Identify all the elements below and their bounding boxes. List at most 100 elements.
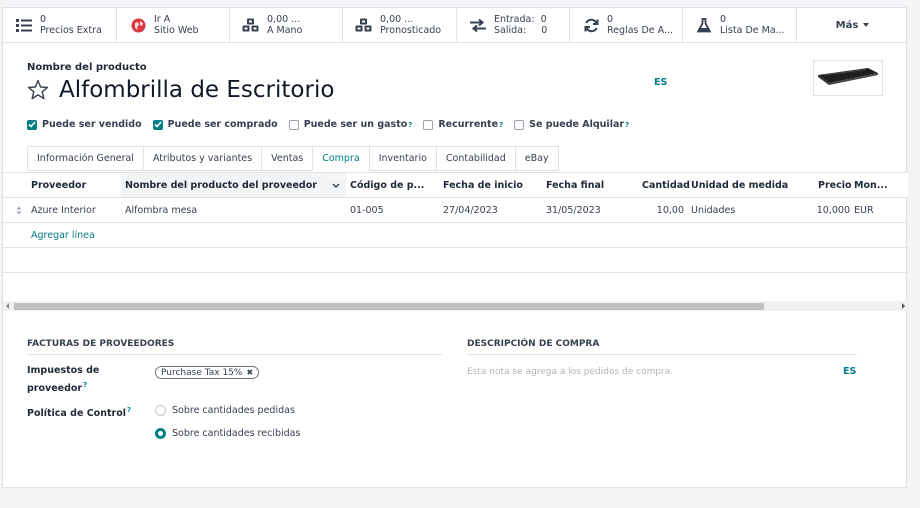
checkbox-unchecked[interactable] <box>423 119 434 130</box>
table-header: Proveedor Nombre del producto del provee… <box>3 172 908 198</box>
list-icon <box>15 16 33 34</box>
vendor-taxes-label-line2: proveedor <box>27 383 83 395</box>
add-line-link[interactable]: Agregar línea <box>31 223 95 247</box>
chevron-down-icon <box>332 183 340 188</box>
cell-quantity: 10,00 <box>656 204 684 216</box>
cell-vendor: Azure Interior <box>31 204 96 216</box>
remove-tag-icon[interactable]: ✖ <box>246 368 253 377</box>
scrollbar-thumb[interactable] <box>14 303 764 310</box>
cubes-icon <box>355 16 373 34</box>
checkbox-checked[interactable] <box>152 119 163 130</box>
smart-button-label: A Mano <box>267 25 303 36</box>
column-header-end-date[interactable]: Fecha final <box>546 173 604 197</box>
exchange-icon <box>469 16 487 34</box>
bom-button[interactable]: 0 Lista De Ma... <box>683 8 797 42</box>
reorder-rules-button[interactable]: 0 Reglas De A... <box>570 8 683 42</box>
scroll-right-icon[interactable] <box>902 303 905 309</box>
radio-label: Sobre cantidades recibidas <box>172 428 301 439</box>
help-tooltip-icon[interactable]: ? <box>499 121 503 129</box>
column-header-vendor[interactable]: Proveedor <box>31 173 86 197</box>
help-tooltip-icon[interactable]: ? <box>625 121 629 129</box>
tax-tag-label: Purchase Tax 15% <box>161 367 243 378</box>
add-line-row: Agregar línea <box>3 223 908 248</box>
cell-start-date: 27/04/2023 <box>443 204 498 216</box>
column-header-currency[interactable]: Mon... <box>854 173 888 197</box>
can-be-expensed-checkbox[interactable]: Puede ser un gasto? <box>288 119 412 130</box>
tab-inventory[interactable]: Inventario <box>368 146 437 171</box>
column-header-uom[interactable]: Unidad de medida <box>691 173 788 197</box>
can-be-sold-checkbox[interactable]: Puede ser vendido <box>27 119 142 130</box>
smart-button-value: 0 <box>607 14 614 25</box>
radio-ordered-quantities[interactable]: Sobre cantidades pedidas <box>155 405 295 416</box>
purchase-description-section-title: DESCRIPCIÓN DE COMPRA <box>467 339 857 355</box>
extra-prices-button[interactable]: 0 Precios Extra <box>3 8 117 42</box>
on-hand-button[interactable]: 0,00 ... A Mano <box>230 8 343 42</box>
product-image[interactable] <box>813 60 883 96</box>
radio-button[interactable] <box>155 405 166 416</box>
smart-button-value: Ir A <box>154 14 171 25</box>
tab-purchase[interactable]: Compra <box>312 146 370 171</box>
form-sheet: 0 Precios Extra Ir A Sitio Web 0,00 ... A M… <box>2 7 908 488</box>
tab-general-information[interactable]: Información General <box>27 146 144 171</box>
smart-button-bar: 0 Precios Extra Ir A Sitio Web 0,00 ... A M… <box>3 8 908 43</box>
translate-button[interactable]: ES <box>843 366 856 377</box>
can-be-purchased-checkbox[interactable]: Puede ser comprado <box>152 119 278 130</box>
checkbox-label: Puede ser un gasto <box>303 119 408 130</box>
go-to-website-button[interactable]: Ir A Sitio Web <box>117 8 230 42</box>
help-tooltip-icon[interactable]: ? <box>127 406 131 414</box>
checkbox-unchecked[interactable] <box>514 119 525 130</box>
radio-label: Sobre cantidades pedidas <box>172 405 295 416</box>
tab-attributes-variants[interactable]: Atributos y variantes <box>142 146 263 171</box>
column-header-start-date[interactable]: Fecha de inicio <box>443 173 523 197</box>
table-row[interactable]: Azure Interior Alfombra mesa 01-005 27/0… <box>3 198 908 223</box>
vendor-taxes-label: Impuestos de proveedor? <box>27 364 99 396</box>
scroll-left-icon[interactable] <box>6 303 9 309</box>
desk-mat-image <box>818 68 878 85</box>
flask-icon <box>695 16 713 34</box>
checkbox-label: Recurrente <box>438 119 499 130</box>
product-options: Puede ser vendido Puede ser comprado Pue… <box>27 119 640 130</box>
column-header-vendor-product-name[interactable]: Nombre del producto del proveedor <box>121 173 346 197</box>
cell-product-code: 01-005 <box>350 204 384 216</box>
empty-row <box>3 248 908 273</box>
recurring-checkbox[interactable]: Recurrente? <box>423 119 503 130</box>
in-out-button[interactable]: Entrada: 0 Salida: 0 <box>457 8 570 42</box>
control-policy-text: Política de Control <box>27 408 126 420</box>
column-header-price[interactable]: Precio <box>818 173 852 197</box>
horizontal-scrollbar[interactable] <box>3 301 908 311</box>
smart-button-label: Reglas De A... <box>607 25 674 36</box>
more-label: Más <box>835 19 859 31</box>
cell-currency: EUR <box>854 204 874 216</box>
column-header-quantity[interactable]: Cantidad <box>642 173 690 197</box>
cell-vendor-product-name: Alfombra mesa <box>125 204 198 216</box>
column-header-label: Nombre del producto del proveedor <box>125 179 317 191</box>
cubes-icon <box>242 16 260 34</box>
can-be-rented-checkbox[interactable]: Se puede Alquilar? <box>514 119 629 130</box>
checkbox-checked[interactable] <box>27 119 37 130</box>
forecasted-button[interactable]: 0,00 ... Pronosticado <box>343 8 457 42</box>
cell-end-date: 31/05/2023 <box>546 204 601 216</box>
checkbox-unchecked[interactable] <box>288 119 299 130</box>
translate-button[interactable]: ES <box>654 77 667 88</box>
notebook-tabs: Información General Atributos y variante… <box>27 146 559 171</box>
tab-ebay[interactable]: eBay <box>514 146 559 171</box>
favorite-star-icon[interactable] <box>26 78 50 102</box>
more-button[interactable]: Más <box>797 8 908 42</box>
tab-accounting[interactable]: Contabilidad <box>435 146 516 171</box>
help-tooltip-icon[interactable]: ? <box>408 121 412 129</box>
product-name-field[interactable]: Alfombrilla de Escritorio <box>59 77 334 103</box>
smart-button-label: Lista De Ma... <box>720 25 785 36</box>
cell-uom: Unidades <box>691 204 736 216</box>
globe-icon <box>129 16 147 34</box>
purchase-description-input[interactable]: Esta nota se agrega a los pedidos de com… <box>467 367 673 377</box>
vendor-bills-section-title: FACTURAS DE PROVEEDORES <box>27 339 442 355</box>
help-tooltip-icon[interactable]: ? <box>83 381 87 389</box>
drag-handle-icon[interactable] <box>16 198 22 222</box>
column-header-product-code[interactable]: Código de p... <box>350 173 424 197</box>
radio-received-quantities[interactable]: Sobre cantidades recibidas <box>155 428 300 439</box>
tax-tag: Purchase Tax 15% ✖ <box>155 366 260 379</box>
radio-button-selected[interactable] <box>155 428 166 439</box>
smart-button-value: 0,00 ... <box>267 14 301 25</box>
incoming-value: Entrada: 0 <box>494 14 547 25</box>
tab-sales[interactable]: Ventas <box>261 146 314 171</box>
